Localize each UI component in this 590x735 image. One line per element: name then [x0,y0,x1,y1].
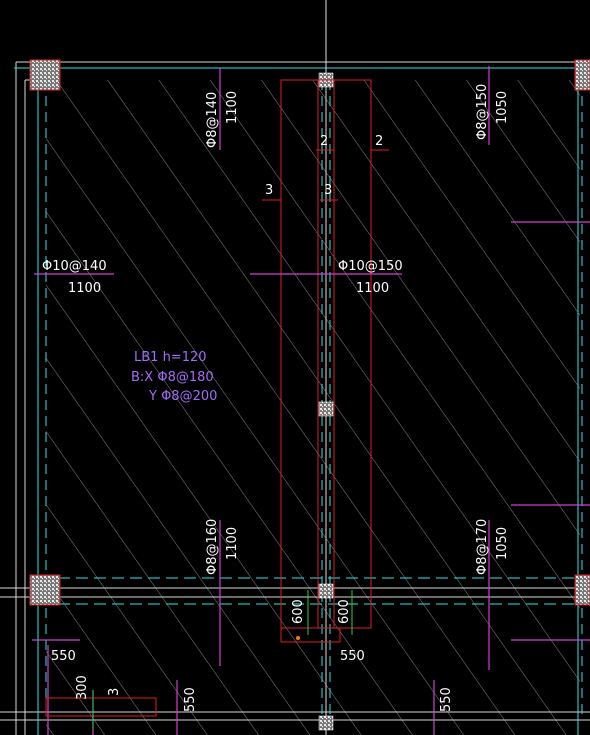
rebar-len-mid-center: 1100 [356,281,389,296]
rebar-len-bottom-left: 1100 [225,527,240,560]
column-mid-right[interactable] [574,574,590,606]
section-mark-2b: 2 [375,134,383,149]
rebar-spec-bottom-left: Φ8@160 [205,519,220,575]
dim-550-left: 550 [51,649,76,664]
rebar-spec-mid-left: Φ10@140 [42,259,107,274]
slab-label-line2: B:X Φ8@180 [131,370,214,385]
section-mark-3a: 3 [265,183,273,198]
rebar-spec-top-left: Φ8@140 [205,92,220,148]
rebar-len-top-right: 1050 [495,91,510,124]
column-mid-left[interactable] [29,574,61,606]
rebar-spec-mid-center: Φ10@150 [338,259,403,274]
beam-dim-right: 600 [337,599,352,624]
column-top-left[interactable] [29,59,61,91]
dim-550-vertical-2: 550 [439,687,454,712]
slab-label-line3: Y Φ8@200 [148,389,217,404]
section-mark-3c: 3 [107,688,122,696]
rebar-spec-bottom-right: Φ8@170 [475,519,490,575]
beam-dim-left: 600 [291,599,306,624]
dim-550-center: 550 [340,649,365,664]
rebar-len-bottom-right: 1050 [495,527,510,560]
slab-hatch [46,80,580,735]
column-top-right[interactable] [574,59,590,91]
column-small-low[interactable] [318,583,334,599]
column-small-bottom[interactable] [318,715,334,731]
slab-label-line1: LB1 h=120 [134,350,207,365]
column-small-mid[interactable] [318,401,334,417]
section-mark-3b: 3 [324,183,332,198]
dim-300-vertical: 300 [75,675,90,700]
beam-origin-marker [296,636,300,640]
cad-drawing-canvas[interactable]: Φ8@140 1100 Φ8@150 1050 Φ10@140 1100 Φ10… [0,0,590,735]
dim-550-vertical-1: 550 [183,687,198,712]
section-mark-2a: 2 [320,134,328,149]
rebar-len-mid-left: 1100 [68,281,101,296]
rebar-len-top-left: 1100 [225,91,240,124]
rebar-spec-top-right: Φ8@150 [475,84,490,140]
